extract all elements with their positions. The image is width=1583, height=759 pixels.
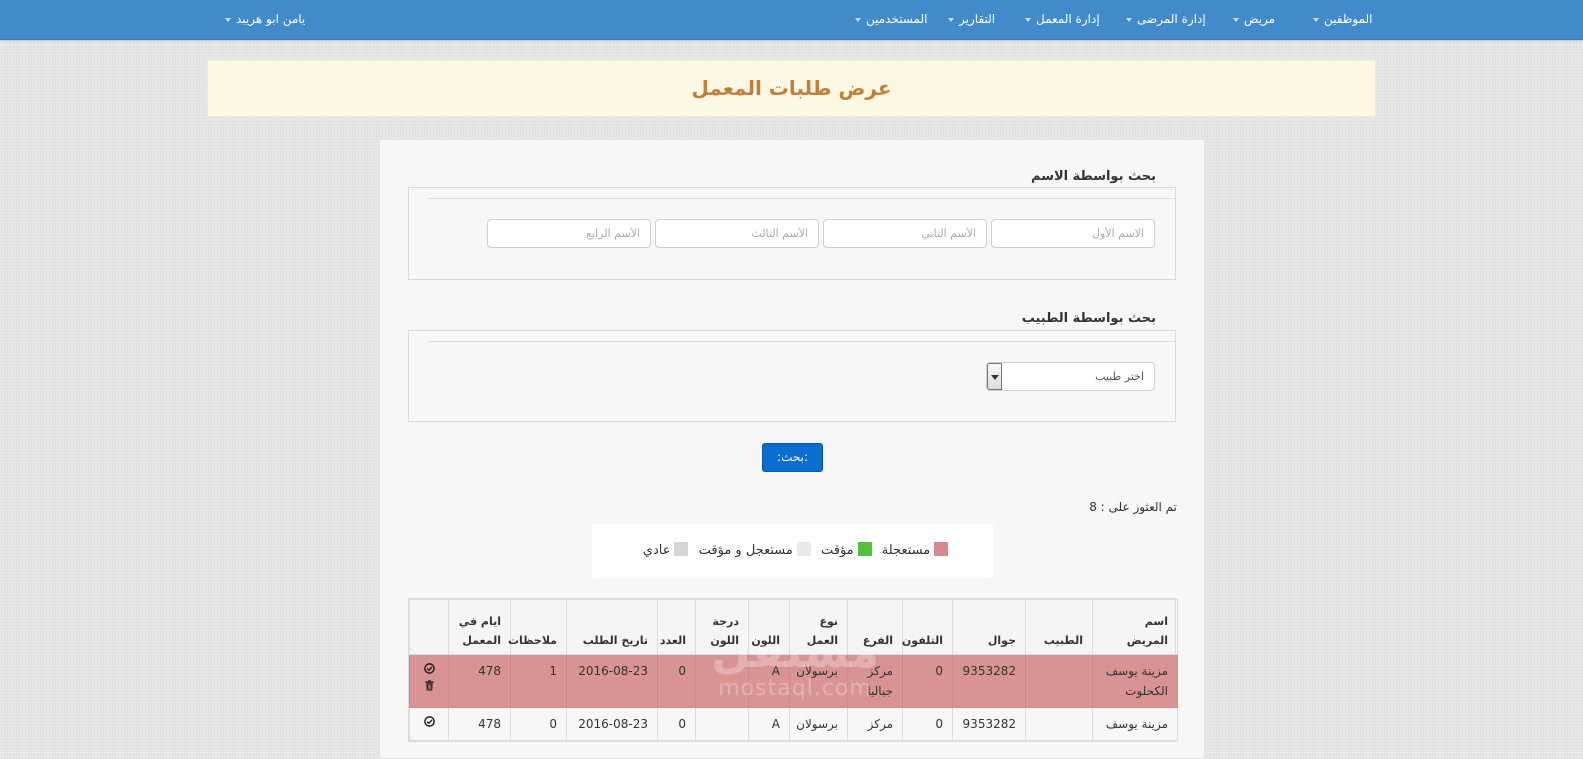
name-search-title: بحث بواسطة الاسم bbox=[1031, 169, 1156, 184]
legend-swatch-urgent bbox=[934, 542, 949, 556]
cell-phone: 0 bbox=[902, 654, 953, 708]
legend-label-temporary: مؤقت bbox=[820, 543, 854, 558]
table-row[interactable]: مزينة يوسف 9353282 0 مركز برسولان A 0 20… bbox=[409, 707, 1178, 741]
nav-lab-management[interactable]: إدارة المعمل bbox=[1025, 0, 1100, 39]
cell-shade bbox=[695, 707, 749, 741]
header-days: ايام في المعمل bbox=[448, 599, 511, 655]
header-actions bbox=[409, 599, 449, 655]
status-legend: مستعجلة مؤقت مستعجل و مؤقت عادي bbox=[592, 524, 993, 578]
cell-mobile: 9353282 bbox=[952, 654, 1026, 708]
nav-reports[interactable]: التقارير bbox=[948, 0, 995, 39]
nav-users-label: المستخدمين bbox=[866, 12, 928, 26]
check-circle-icon[interactable] bbox=[423, 716, 435, 727]
legend-swatch-temporary bbox=[857, 542, 872, 556]
header-date: تاريخ الطلب bbox=[566, 599, 658, 655]
second-name-input[interactable] bbox=[823, 219, 987, 248]
legend-item-temporary: مؤقت bbox=[820, 542, 872, 558]
cell-color: A bbox=[748, 654, 790, 708]
results-number: 8 bbox=[1089, 500, 1097, 514]
cell-work-type: برسولان bbox=[789, 707, 848, 741]
legend-item-normal: عادي bbox=[642, 542, 689, 558]
results-count: تم العثور على : 8 bbox=[1089, 500, 1177, 514]
check-circle-icon[interactable] bbox=[423, 663, 435, 674]
header-notes: ملاحظات bbox=[508, 599, 567, 655]
header-work-type: نوع العمل bbox=[789, 599, 848, 655]
trash-icon[interactable] bbox=[424, 680, 435, 691]
cell-date: 2016-08-23 bbox=[566, 654, 658, 708]
legend-item-urgent-temporary: مستعجل و مؤقت bbox=[698, 542, 811, 558]
caret-down-icon bbox=[1126, 17, 1132, 22]
page-title: عرض طلبات المعمل bbox=[207, 60, 1376, 117]
cell-date: 2016-08-23 bbox=[566, 707, 658, 741]
legend-item-urgent: مستعجلة bbox=[881, 542, 949, 558]
caret-down-icon bbox=[1025, 17, 1031, 22]
fourth-name-input[interactable] bbox=[487, 219, 651, 248]
caret-down-icon bbox=[225, 17, 231, 22]
caret-down-icon bbox=[1313, 17, 1319, 22]
header-patient: اسم المريض bbox=[1092, 599, 1178, 655]
header-doctor: الطبيب bbox=[1025, 599, 1093, 655]
doctor-search-title: بحث بواسطة الطبيب bbox=[1021, 311, 1156, 326]
header-shade: درجة اللون bbox=[695, 599, 749, 655]
cell-branch: مركز bbox=[847, 707, 903, 741]
nav-employees-label: الموظفين bbox=[1324, 12, 1373, 26]
nav-employees[interactable]: الموظفين bbox=[1313, 0, 1373, 39]
legend-label-urgent-temporary: مستعجل و مؤقت bbox=[698, 543, 793, 558]
nav-patients-management-label: إدارة المرضى bbox=[1137, 12, 1206, 26]
doctor-select[interactable]: اختر طبيب bbox=[986, 362, 1155, 391]
nav-patient-label: مريض bbox=[1244, 12, 1276, 26]
third-name-input[interactable] bbox=[655, 219, 819, 248]
top-navbar: الموظفين مريض إدارة المرضى إدارة المعمل … bbox=[0, 0, 1583, 40]
cell-patient: مزينة يوسف bbox=[1092, 707, 1178, 741]
cell-count: 0 bbox=[657, 654, 696, 708]
cell-shade bbox=[695, 654, 749, 708]
caret-down-icon bbox=[948, 17, 954, 22]
cell-phone: 0 bbox=[902, 707, 953, 741]
header-count: العدد bbox=[657, 599, 696, 655]
cell-work-type: برسولان bbox=[789, 654, 848, 708]
results-label: تم العثور على : bbox=[1100, 500, 1177, 514]
cell-notes: 1 bbox=[510, 654, 567, 708]
cell-patient: مزينة يوسف الكحلوت bbox=[1092, 654, 1178, 708]
header-branch: الفرع bbox=[847, 599, 903, 655]
doctor-select-value: اختر طبيب bbox=[1095, 370, 1144, 383]
first-name-input[interactable] bbox=[991, 219, 1155, 248]
nav-reports-label: التقارير bbox=[959, 12, 996, 26]
search-button[interactable]: :بحث: bbox=[762, 443, 823, 472]
cell-mobile: 9353282 bbox=[952, 707, 1026, 741]
legend-label-urgent: مستعجلة bbox=[881, 543, 931, 558]
table-header-row: اسم المريض الطبيب جوال التلفون الفرع نوع… bbox=[409, 599, 1178, 655]
nav-lab-management-label: إدارة المعمل bbox=[1036, 12, 1100, 26]
header-phone: التلفون bbox=[902, 599, 953, 655]
cell-actions bbox=[409, 707, 449, 741]
lab-requests-table: اسم المريض الطبيب جوال التلفون الفرع نوع… bbox=[408, 598, 1178, 742]
nav-user-menu[interactable]: يامن ابو هريبد bbox=[225, 0, 305, 39]
cell-branch: مركز جباليا bbox=[847, 654, 903, 708]
cell-days: 478 bbox=[448, 707, 511, 741]
cell-actions bbox=[409, 654, 449, 708]
nav-patients-management[interactable]: إدارة المرضى bbox=[1126, 0, 1206, 39]
cell-color: A bbox=[748, 707, 790, 741]
header-color: اللون bbox=[748, 599, 790, 655]
caret-down-icon bbox=[855, 17, 861, 22]
cell-count: 0 bbox=[657, 707, 696, 741]
cell-days: 478 bbox=[448, 654, 511, 708]
header-mobile: جوال bbox=[952, 599, 1026, 655]
legend-swatch-urgent-temporary bbox=[796, 542, 811, 556]
legend-swatch-normal bbox=[674, 542, 689, 556]
table-row[interactable]: مزينة يوسف الكحلوت 9353282 0 مركز جباليا… bbox=[409, 654, 1178, 708]
legend-label-normal: عادي bbox=[642, 543, 671, 558]
nav-patient[interactable]: مريض bbox=[1233, 0, 1275, 39]
fieldset-divider bbox=[429, 198, 1175, 199]
cell-doctor bbox=[1025, 654, 1093, 708]
chevron-down-icon[interactable] bbox=[987, 363, 1002, 390]
cell-notes: 0 bbox=[510, 707, 567, 741]
nav-users[interactable]: المستخدمين bbox=[855, 0, 927, 39]
caret-down-icon bbox=[1233, 17, 1239, 22]
fieldset-divider bbox=[429, 341, 1175, 342]
nav-user-name: يامن ابو هريبد bbox=[236, 12, 306, 26]
cell-doctor bbox=[1025, 707, 1093, 741]
